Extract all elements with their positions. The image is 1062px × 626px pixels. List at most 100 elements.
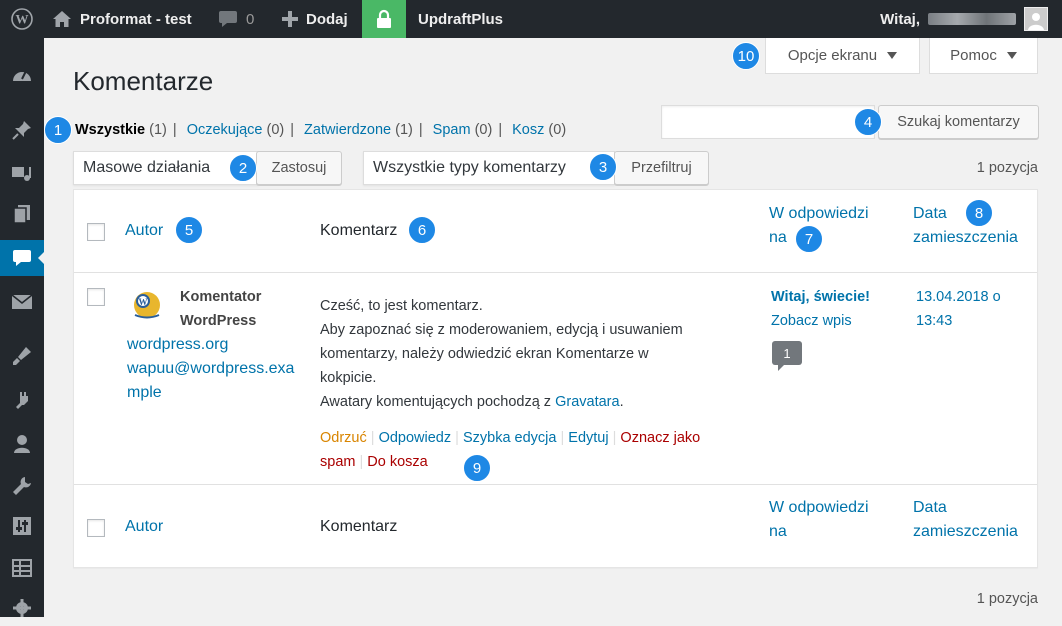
updraftplus-link[interactable]: UpdraftPlus	[418, 0, 503, 38]
post-comment-count-badge[interactable]: 1	[772, 341, 802, 371]
annotation-badge-9: 9	[463, 454, 491, 482]
help-label: Pomoc	[950, 47, 997, 64]
post-title-link[interactable]: Witaj, świecie!	[771, 285, 870, 309]
comments-table: Autor Komentarz W odpowiedzi na Data zamie…	[73, 189, 1038, 568]
admin-bar: W Proformat - test 0 Dodaj UpdraftPlus W…	[0, 0, 1062, 38]
view-post-link[interactable]: Zobacz wpis	[771, 309, 852, 333]
media-icon[interactable]	[0, 156, 44, 192]
admin-bar-comments[interactable]: 0	[218, 0, 254, 38]
filter-button[interactable]: Przefiltruj	[614, 151, 709, 185]
annotation-badge-1: 1	[44, 116, 72, 144]
appearance-icon[interactable]	[0, 338, 44, 374]
items-count-top: 1 pozycja	[976, 160, 1038, 176]
column-date-line1: Data	[913, 205, 947, 222]
column-comment-header: Komentarz	[320, 222, 398, 239]
svg-text:W: W	[16, 12, 29, 27]
view-approved-link[interactable]: Zatwierdzone	[304, 122, 391, 138]
author-name: Komentator WordPress	[180, 289, 262, 329]
dashboard-icon[interactable]	[0, 56, 44, 92]
new-content-link[interactable]: Dodaj	[282, 0, 348, 38]
apply-button[interactable]: Zastosuj	[256, 151, 342, 185]
wordpress-logo-icon[interactable]: W	[0, 0, 44, 38]
author-url-link[interactable]: wordpress.org	[127, 333, 228, 357]
items-count-bottom: 1 pozycja	[976, 591, 1038, 607]
comment-line: Cześć, to jest komentarz.	[320, 298, 483, 314]
comment-date-link[interactable]: 13.04.2018 o 13:43	[916, 285, 1001, 333]
reply-link[interactable]: Odpowiedz	[379, 430, 452, 446]
quick-edit-link[interactable]: Szybka edycja	[463, 430, 557, 446]
lock-icon[interactable]	[362, 0, 406, 38]
view-spam-link[interactable]: Spam	[433, 122, 471, 138]
comment-line: kokpicie.	[320, 370, 377, 386]
annotation-badge-6: 6	[408, 216, 436, 244]
trash-link[interactable]: Do kosza	[367, 454, 427, 470]
search-comments-input[interactable]	[661, 105, 875, 139]
row-checkbox[interactable]	[87, 288, 105, 306]
view-pending-link[interactable]: Oczekujące	[187, 122, 263, 138]
annotation-badge-4: 4	[854, 108, 882, 136]
annotation-badge-7: 7	[795, 225, 823, 253]
admin-sidebar	[0, 38, 44, 617]
edit-link[interactable]: Edytuj	[568, 430, 608, 446]
settings-sliders-icon[interactable]	[0, 508, 44, 544]
comment-text: Cześć, to jest komentarz. Aby zapoznać s…	[320, 294, 683, 414]
comment-line: Awatary komentujących pochodzą z Gravata…	[320, 394, 624, 410]
view-pending-count: (0)	[266, 122, 285, 138]
column-author-sort-footer[interactable]: Autor	[125, 515, 163, 539]
author-email-link[interactable]: wapuu@wordpress.exa mple	[127, 357, 294, 405]
home-icon	[53, 11, 71, 27]
divider	[74, 484, 1037, 485]
new-content-label: Dodaj	[306, 10, 348, 28]
view-spam-count: (0)	[474, 122, 493, 138]
view-all-count: (1)	[149, 122, 167, 138]
gravatar-link[interactable]: Gravatara	[555, 394, 619, 410]
my-account-menu[interactable]: Witaj,	[880, 0, 1048, 38]
annotation-badge-5: 5	[175, 216, 203, 244]
unapprove-link[interactable]: Odrzuć	[320, 430, 367, 446]
avatar	[1024, 7, 1048, 31]
plugins-icon[interactable]	[0, 382, 44, 418]
comment-type-select[interactable]: Wszystkie typy komentarzy	[363, 151, 615, 185]
annotation-badge-3: 3	[589, 153, 617, 181]
column-author-sort[interactable]: Autor	[125, 219, 163, 243]
triangle-down-icon	[1006, 52, 1017, 59]
comments-menu-icon[interactable]	[0, 240, 44, 276]
column-date-sort-footer[interactable]: Data zamieszczenia	[913, 496, 1018, 544]
annotation-badge-10: 10	[732, 42, 760, 70]
pin-icon[interactable]	[0, 112, 44, 148]
view-trash-count: (0)	[548, 122, 567, 138]
site-name-label: Proformat - test	[80, 10, 192, 28]
column-response-sort-footer[interactable]: W odpowiedzi na	[769, 496, 869, 544]
svg-text:W: W	[139, 297, 148, 307]
row-actions: Odrzuć | Odpowiedz | Szybka edycja | Edy…	[320, 430, 701, 470]
comments-count: 0	[246, 10, 255, 28]
annotation-badge-2: 2	[229, 154, 257, 182]
annotation-badge-8: 8	[965, 199, 993, 227]
select-all-checkbox[interactable]	[87, 223, 105, 241]
column-date-line2: zamieszczenia	[913, 229, 1018, 246]
screen-options-label: Opcje ekranu	[787, 47, 878, 64]
help-button[interactable]: Pomoc	[929, 38, 1038, 74]
site-name-link[interactable]: Proformat - test	[52, 0, 192, 38]
pages-icon[interactable]	[0, 196, 44, 232]
screen-options-button[interactable]: Opcje ekranu	[765, 38, 920, 74]
triangle-down-icon	[887, 52, 898, 59]
view-trash-link[interactable]: Kosz	[512, 122, 544, 138]
wapuu-avatar-icon: W	[131, 287, 164, 320]
plus-icon	[282, 11, 298, 27]
page-title: Komentarze	[73, 66, 214, 96]
view-approved-count: (1)	[395, 122, 413, 138]
users-icon[interactable]	[0, 426, 44, 462]
tools-icon[interactable]	[0, 468, 44, 504]
greeting-label: Witaj,	[880, 10, 920, 28]
search-comments-button[interactable]: Szukaj komentarzy	[878, 105, 1039, 139]
comment-status-filters: Wszystkie (1) | Oczekujące (0) | Zatwierdz…	[75, 122, 567, 138]
column-comment-footer: Komentarz	[320, 518, 398, 535]
comment-line: komentarzy, należy odwiedzić ekran Komen…	[320, 346, 649, 362]
view-all-link[interactable]: Wszystkie	[75, 122, 145, 138]
table-icon[interactable]	[0, 550, 44, 586]
gear-icon[interactable]	[0, 590, 44, 626]
select-all-checkbox-footer[interactable]	[87, 519, 105, 537]
mail-icon[interactable]	[0, 284, 44, 320]
column-response-line2: na	[769, 229, 787, 246]
